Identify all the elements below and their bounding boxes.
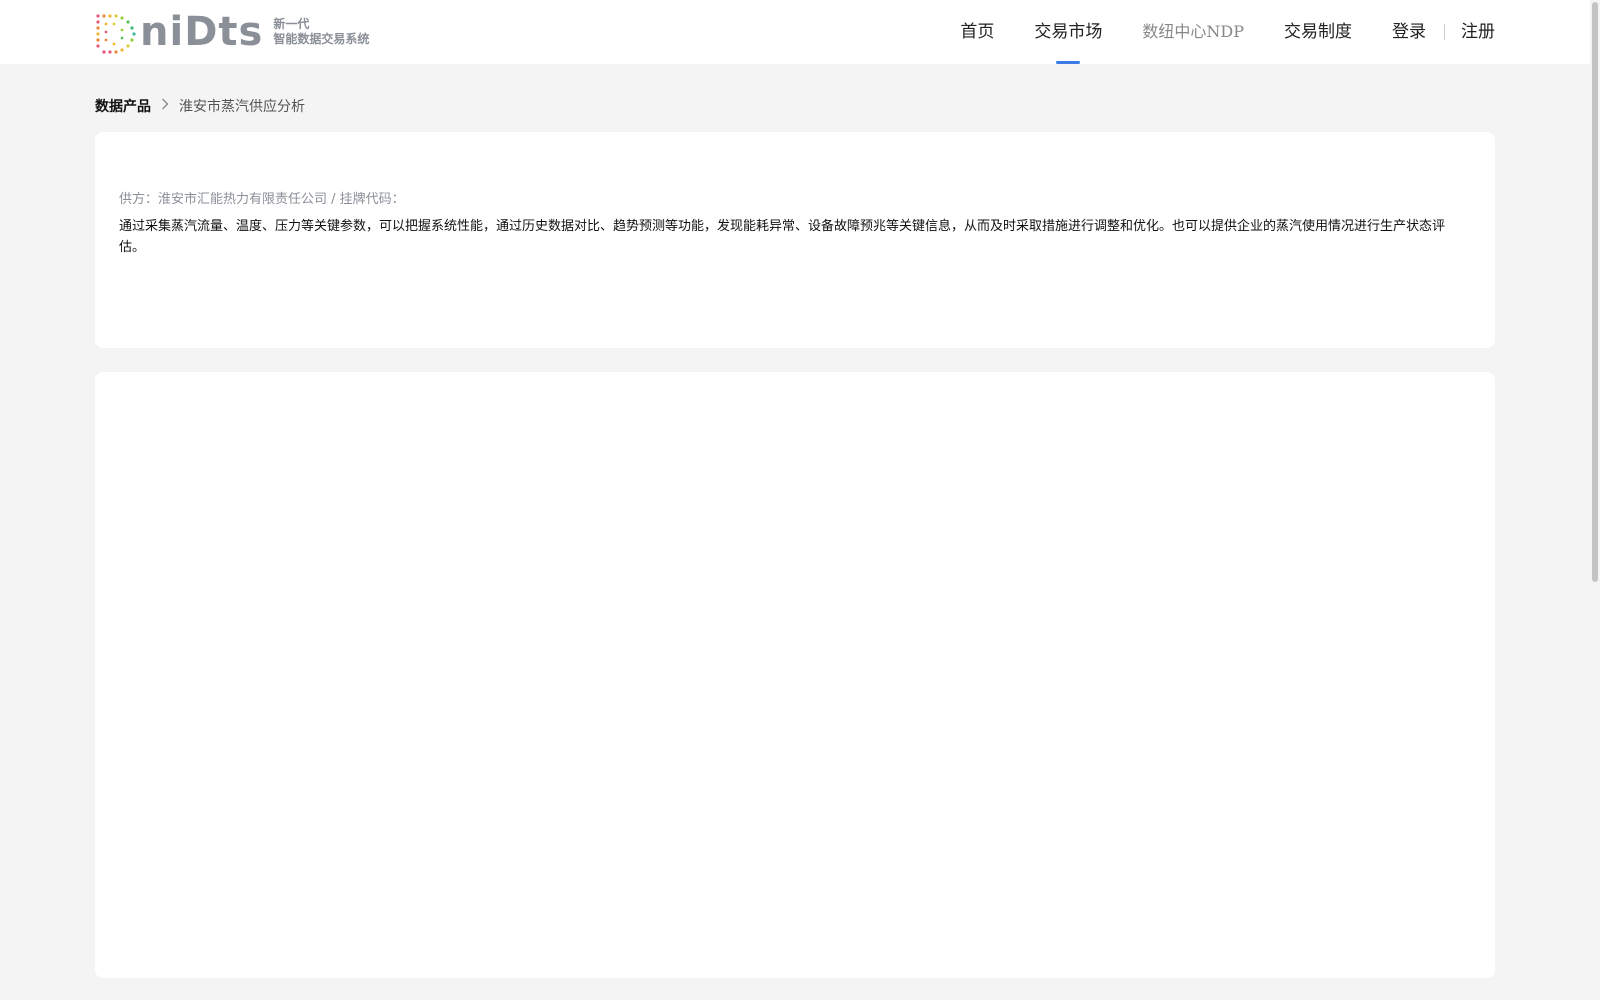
main-nav: 首页 交易市场 数纽中心NDP 交易制度 登录 注册 — [920, 0, 1495, 64]
product-info-card: 供方：淮安市汇能热力有限责任公司 / 挂牌代码： 通过采集蒸汽流量、温度、压力等… — [95, 132, 1495, 348]
nav-item-market[interactable]: 交易市场 — [1034, 0, 1102, 64]
register-link[interactable]: 注册 — [1461, 0, 1495, 64]
breadcrumb-root[interactable]: 数据产品 — [95, 96, 151, 116]
nav-divider — [1444, 24, 1445, 40]
logo-tagline-line2: 智能数据交易系统 — [273, 32, 370, 46]
product-detail-panel — [95, 372, 1495, 978]
scrollbar-thumb[interactable] — [1592, 2, 1598, 582]
logo-tagline: 新一代 智能数据交易系统 — [273, 17, 369, 47]
login-link[interactable]: 登录 — [1392, 0, 1426, 64]
logo-dots-icon — [96, 14, 136, 54]
nav-item-rules[interactable]: 交易制度 — [1284, 0, 1352, 64]
breadcrumb: 数据产品 淮安市蒸汽供应分析 — [95, 95, 305, 117]
supplier-line: 供方：淮安市汇能热力有限责任公司 / 挂牌代码： — [119, 192, 405, 207]
nav-item-ndp[interactable]: 数纽中心NDP — [1142, 0, 1244, 64]
nav-item-home[interactable]: 首页 — [960, 0, 994, 64]
top-header: niDts 新一代 智能数据交易系统 首页 交易市场 数纽中心NDP 交易制度 … — [0, 0, 1590, 64]
logo-wordmark: niDts — [140, 9, 264, 55]
page-scrollbar[interactable] — [1590, 0, 1600, 1000]
logo-tagline-line1: 新一代 — [273, 17, 310, 31]
site-logo[interactable]: niDts 新一代 智能数据交易系统 — [94, 10, 369, 54]
breadcrumb-current: 淮安市蒸汽供应分析 — [179, 99, 305, 115]
chevron-right-icon — [161, 98, 169, 114]
product-description: 通过采集蒸汽流量、温度、压力等关键参数，可以把握系统性能，通过历史数据对比、趋势… — [119, 219, 1446, 255]
